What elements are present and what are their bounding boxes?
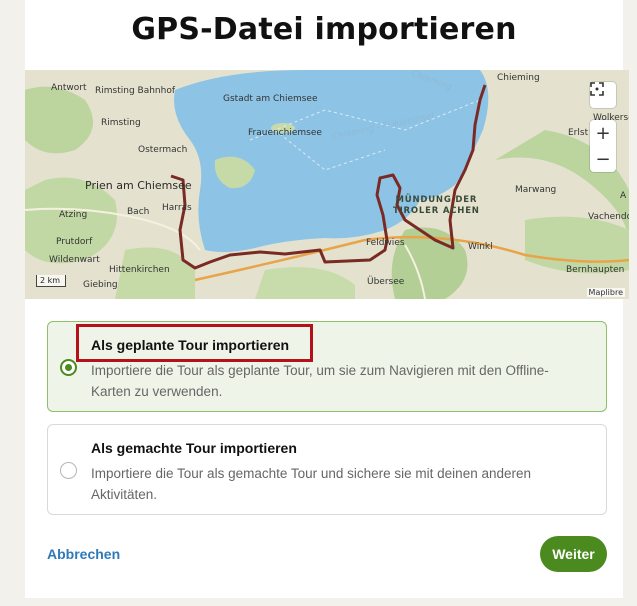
radio-completed-tour[interactable] <box>60 462 77 479</box>
highlight-annotation <box>76 324 313 362</box>
fullscreen-control[interactable] <box>590 82 616 108</box>
map-label-a: A <box>620 191 627 201</box>
map-label-gstadt: Gstadt am Chiemsee <box>223 94 318 104</box>
map-label-giebing: Giebing <box>83 280 118 290</box>
radio-planned-tour[interactable] <box>60 359 77 376</box>
map-label-marwang: Marwang <box>515 185 557 195</box>
map-label-uebersee: Übersee <box>367 277 405 287</box>
map-label-antwort: Antwort <box>51 83 87 93</box>
map-label-bernhaupten: Bernhaupten <box>566 265 625 275</box>
next-button[interactable]: Weiter <box>540 536 607 572</box>
map-label-erlst: Erlst <box>568 128 589 138</box>
zoom-out-button[interactable]: − <box>590 146 616 172</box>
map-label-winkl: Winkl <box>468 242 493 252</box>
map-label-chieming: Chieming <box>497 73 540 83</box>
map-label-rimsting: Rimsting <box>101 118 141 128</box>
map-attribution[interactable]: Maplibre <box>586 288 625 297</box>
map-label-harras: Harras <box>162 203 192 213</box>
map-label-vachendorf: Vachendo <box>588 212 629 222</box>
map-label-bach: Bach <box>127 207 150 217</box>
option-description: Importiere die Tour als geplante Tour, u… <box>91 363 549 399</box>
map-label-muendung: MÜNDUNG DER TIROLER ACHEN <box>393 195 480 216</box>
map-label-hittenkirchen: Hittenkirchen <box>109 265 170 275</box>
map-label-prien: Prien am Chiemsee <box>85 179 192 192</box>
map-label-atzing: Atzing <box>59 210 88 220</box>
zoom-control: + − <box>590 120 616 172</box>
dialog-title: GPS-Datei importieren <box>131 12 517 47</box>
map-label-feldwies: Feldwies <box>366 238 405 248</box>
map-label-rimsting-bahnhof: Rimsting Bahnhof <box>95 86 175 96</box>
option-completed-tour[interactable]: Als gemachte Tour importieren Importiere… <box>47 424 607 515</box>
option-title: Als gemachte Tour importieren <box>91 440 297 456</box>
map-scale: 2 km <box>36 275 66 287</box>
map-label-prutdorf: Prutdorf <box>56 237 93 247</box>
option-description: Importiere die Tour als gemachte Tour un… <box>91 466 532 502</box>
zoom-in-button[interactable]: + <box>590 120 616 146</box>
map-label-frauenchiemsee: Frauenchiemsee <box>248 128 322 138</box>
route-map[interactable]: Antwort Rimsting Bahnhof Gstadt am Chiem… <box>25 70 629 299</box>
fullscreen-icon[interactable] <box>590 82 616 108</box>
map-label-ostermach: Ostermach <box>138 145 188 155</box>
cancel-button[interactable]: Abbrechen <box>47 546 120 562</box>
map-label-wildenwart: Wildenwart <box>49 255 100 265</box>
